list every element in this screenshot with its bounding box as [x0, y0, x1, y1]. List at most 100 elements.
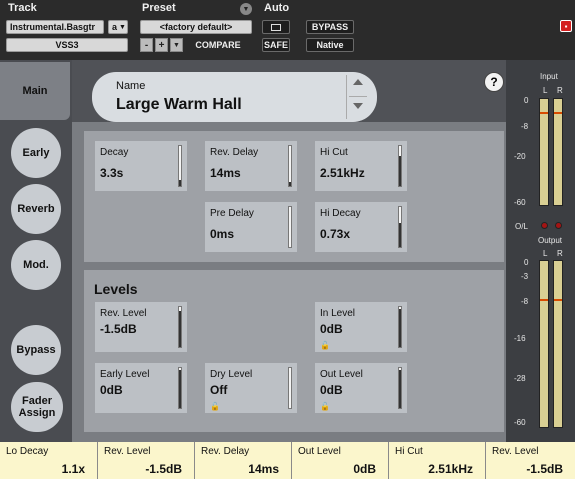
help-button[interactable]: ?	[484, 72, 504, 92]
out-level-control[interactable]: Out Level 0dB 🔓	[315, 363, 407, 413]
fader-slot-label: Out Level	[298, 446, 341, 457]
in-level-value: 0dB	[320, 322, 343, 336]
fader-slot-label: Rev. Level	[492, 446, 539, 457]
compare-button[interactable]: COMPARE	[188, 38, 248, 52]
tab-main[interactable]: Main	[0, 62, 70, 120]
in-level-slider[interactable]	[398, 306, 402, 348]
output-right-peak	[554, 299, 562, 301]
fader-slot-value: -1.5dB	[526, 462, 563, 476]
hi-decay-value: 0.73x	[320, 227, 351, 241]
rev-level-slider-fill	[179, 311, 181, 347]
out-level-value: 0dB	[320, 383, 343, 397]
decay-control[interactable]: Decay 3.3s	[95, 141, 187, 191]
track-variant-value: a	[112, 22, 118, 32]
input-scale-8: -8	[521, 122, 529, 131]
safe-button[interactable]: SAFE	[262, 38, 290, 52]
input-meter-label: Input	[540, 72, 558, 81]
rev-level-control[interactable]: Rev. Level -1.5dB	[95, 302, 187, 352]
arrow-down-icon[interactable]	[353, 103, 363, 109]
track-variant-selector[interactable]: a ▼	[108, 20, 128, 34]
rev-delay-slider[interactable]	[288, 145, 292, 187]
input-scale-0: 0	[524, 96, 529, 105]
out-level-label: Out Level	[320, 369, 363, 380]
pre-delay-label: Pre Delay	[210, 208, 254, 219]
dry-level-control[interactable]: Dry Level Off 🔓	[205, 363, 297, 413]
out-level-slider[interactable]	[398, 367, 402, 409]
rev-level-slider[interactable]	[178, 306, 182, 348]
output-scale-3: -3	[521, 272, 529, 281]
output-scale-8: -8	[521, 297, 529, 306]
fader-slot-value: 2.51kHz	[428, 462, 473, 476]
insert-selector[interactable]: VSS3	[6, 38, 128, 52]
window-icon	[271, 23, 281, 31]
preset-list-icon[interactable]: ▼	[170, 38, 183, 52]
fader-slot-value: -1.5dB	[145, 462, 182, 476]
rev-level-label: Rev. Level	[100, 308, 147, 319]
preset-name-arrows	[346, 75, 368, 119]
lock-icon[interactable]: 🔓	[210, 402, 220, 411]
tab-mod[interactable]: Mod.	[11, 240, 61, 290]
pre-delay-slider[interactable]	[288, 206, 292, 248]
fader-slot-4[interactable]: Out Level 0dB	[291, 442, 388, 479]
fader-slot-label: Rev. Level	[104, 446, 151, 457]
dry-level-slider[interactable]	[288, 367, 292, 409]
track-label: Track	[8, 2, 37, 14]
fader-slot-2[interactable]: Rev. Level -1.5dB	[97, 442, 194, 479]
early-level-control[interactable]: Early Level 0dB	[95, 363, 187, 413]
track-selector[interactable]: Instrumental.Basgtr	[6, 20, 104, 34]
hi-decay-slider[interactable]	[398, 206, 402, 248]
hi-cut-slider[interactable]	[398, 145, 402, 187]
levels-title: Levels	[94, 281, 138, 297]
in-level-control[interactable]: In Level 0dB 🔓	[315, 302, 407, 352]
tab-reverb[interactable]: Reverb	[11, 184, 61, 234]
automation-window-button[interactable]	[262, 20, 290, 34]
preset-selector[interactable]: <factory default>	[140, 20, 252, 34]
preset-menu-icon[interactable]: ▼	[240, 3, 252, 15]
chevron-down-icon: ▼	[119, 23, 126, 31]
fader-slot-3[interactable]: Rev. Delay 14ms	[194, 442, 291, 479]
decay-slider[interactable]	[178, 145, 182, 187]
overload-led-left	[541, 222, 548, 229]
input-right-label: R	[557, 86, 563, 95]
early-level-slider[interactable]	[178, 367, 182, 409]
decay-slider-fill	[179, 180, 181, 186]
hi-decay-control[interactable]: Hi Decay 0.73x	[315, 202, 407, 252]
hi-decay-slider-fill	[399, 223, 401, 247]
rev-delay-control[interactable]: Rev. Delay 14ms	[205, 141, 297, 191]
output-left-label: L	[543, 249, 548, 258]
fader-slot-6[interactable]: Rev. Level -1.5dB	[485, 442, 575, 479]
fader-slot-1[interactable]: Lo Decay 1.1x	[0, 442, 97, 479]
bypass-button[interactable]: BYPASS	[306, 20, 354, 34]
arrow-up-icon[interactable]	[353, 79, 363, 85]
overload-led-right	[555, 222, 562, 229]
fader-assign-button[interactable]: Fader Assign	[11, 382, 63, 432]
close-icon[interactable]: ▪	[560, 20, 572, 32]
tab-early[interactable]: Early	[11, 128, 61, 178]
output-meter-right	[553, 260, 563, 428]
input-scale-20: -20	[514, 152, 526, 161]
preset-name-value: Large Warm Hall	[116, 96, 242, 113]
output-scale-16: -16	[514, 334, 526, 343]
lock-icon[interactable]: 🔓	[320, 402, 330, 411]
hi-cut-value: 2.51kHz	[320, 166, 365, 180]
early-level-label: Early Level	[100, 369, 150, 380]
rev-delay-value: 14ms	[210, 166, 241, 180]
output-left-peak	[540, 299, 548, 301]
rev-delay-label: Rev. Delay	[210, 147, 259, 158]
input-scale-60: -60	[514, 198, 526, 207]
lock-icon[interactable]: 🔓	[320, 341, 330, 350]
preset-previous-button[interactable]: -	[140, 38, 153, 52]
auto-label: Auto	[264, 2, 290, 14]
native-button[interactable]: Native	[306, 38, 354, 52]
preset-next-button[interactable]: +	[155, 38, 168, 52]
hi-cut-control[interactable]: Hi Cut 2.51kHz	[315, 141, 407, 191]
fader-slot-label: Lo Decay	[6, 446, 49, 457]
fader-slot-label: Hi Cut	[395, 446, 423, 457]
hi-cut-slider-fill	[399, 156, 401, 186]
fader-slot-5[interactable]: Hi Cut 2.51kHz	[388, 442, 485, 479]
bypass-toggle[interactable]: Bypass	[11, 325, 61, 375]
pre-delay-control[interactable]: Pre Delay 0ms	[205, 202, 297, 252]
in-level-slider-fill	[399, 309, 401, 347]
preset-label: Preset	[142, 2, 176, 14]
rev-level-value: -1.5dB	[100, 322, 137, 336]
